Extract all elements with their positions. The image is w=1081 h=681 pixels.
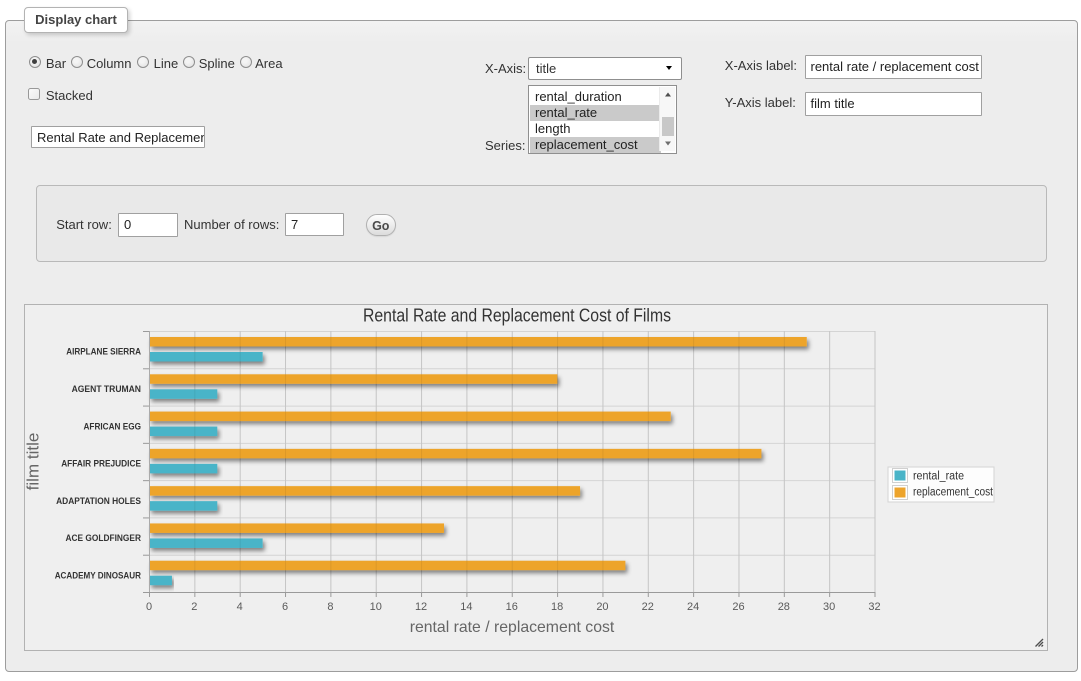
svg-text:12: 12 xyxy=(415,601,427,613)
svg-text:20: 20 xyxy=(596,601,608,613)
svg-text:10: 10 xyxy=(370,601,382,613)
svg-text:14: 14 xyxy=(460,601,472,613)
svg-text:AFFAIR PREJUDICE: AFFAIR PREJUDICE xyxy=(61,459,141,470)
svg-text:28: 28 xyxy=(778,601,790,613)
svg-text:Rental Rate and Replacement Co: Rental Rate and Replacement Cost of Film… xyxy=(363,306,671,326)
svg-text:6: 6 xyxy=(282,601,288,613)
svg-text:26: 26 xyxy=(732,601,744,613)
svg-text:replacement_cost: replacement_cost xyxy=(913,487,994,499)
svg-text:film title: film title xyxy=(24,433,43,491)
svg-text:18: 18 xyxy=(551,601,563,613)
svg-text:32: 32 xyxy=(868,601,880,613)
svg-text:8: 8 xyxy=(327,601,333,613)
svg-text:2: 2 xyxy=(191,601,197,613)
svg-text:24: 24 xyxy=(687,601,699,613)
svg-text:22: 22 xyxy=(642,601,654,613)
svg-text:ACADEMY DINOSAUR: ACADEMY DINOSAUR xyxy=(55,570,141,581)
svg-text:0: 0 xyxy=(146,601,152,613)
svg-text:rental rate / replacement cost: rental rate / replacement cost xyxy=(410,619,615,636)
svg-text:AFRICAN EGG: AFRICAN EGG xyxy=(84,421,142,432)
svg-text:ACE GOLDFINGER: ACE GOLDFINGER xyxy=(66,533,142,544)
svg-text:AGENT TRUMAN: AGENT TRUMAN xyxy=(72,384,141,395)
svg-text:16: 16 xyxy=(506,601,518,613)
svg-text:rental_rate: rental_rate xyxy=(913,471,964,483)
svg-text:AIRPLANE SIERRA: AIRPLANE SIERRA xyxy=(66,347,141,358)
svg-text:ADAPTATION HOLES: ADAPTATION HOLES xyxy=(56,496,141,507)
svg-text:4: 4 xyxy=(237,601,243,613)
svg-text:30: 30 xyxy=(823,601,835,613)
